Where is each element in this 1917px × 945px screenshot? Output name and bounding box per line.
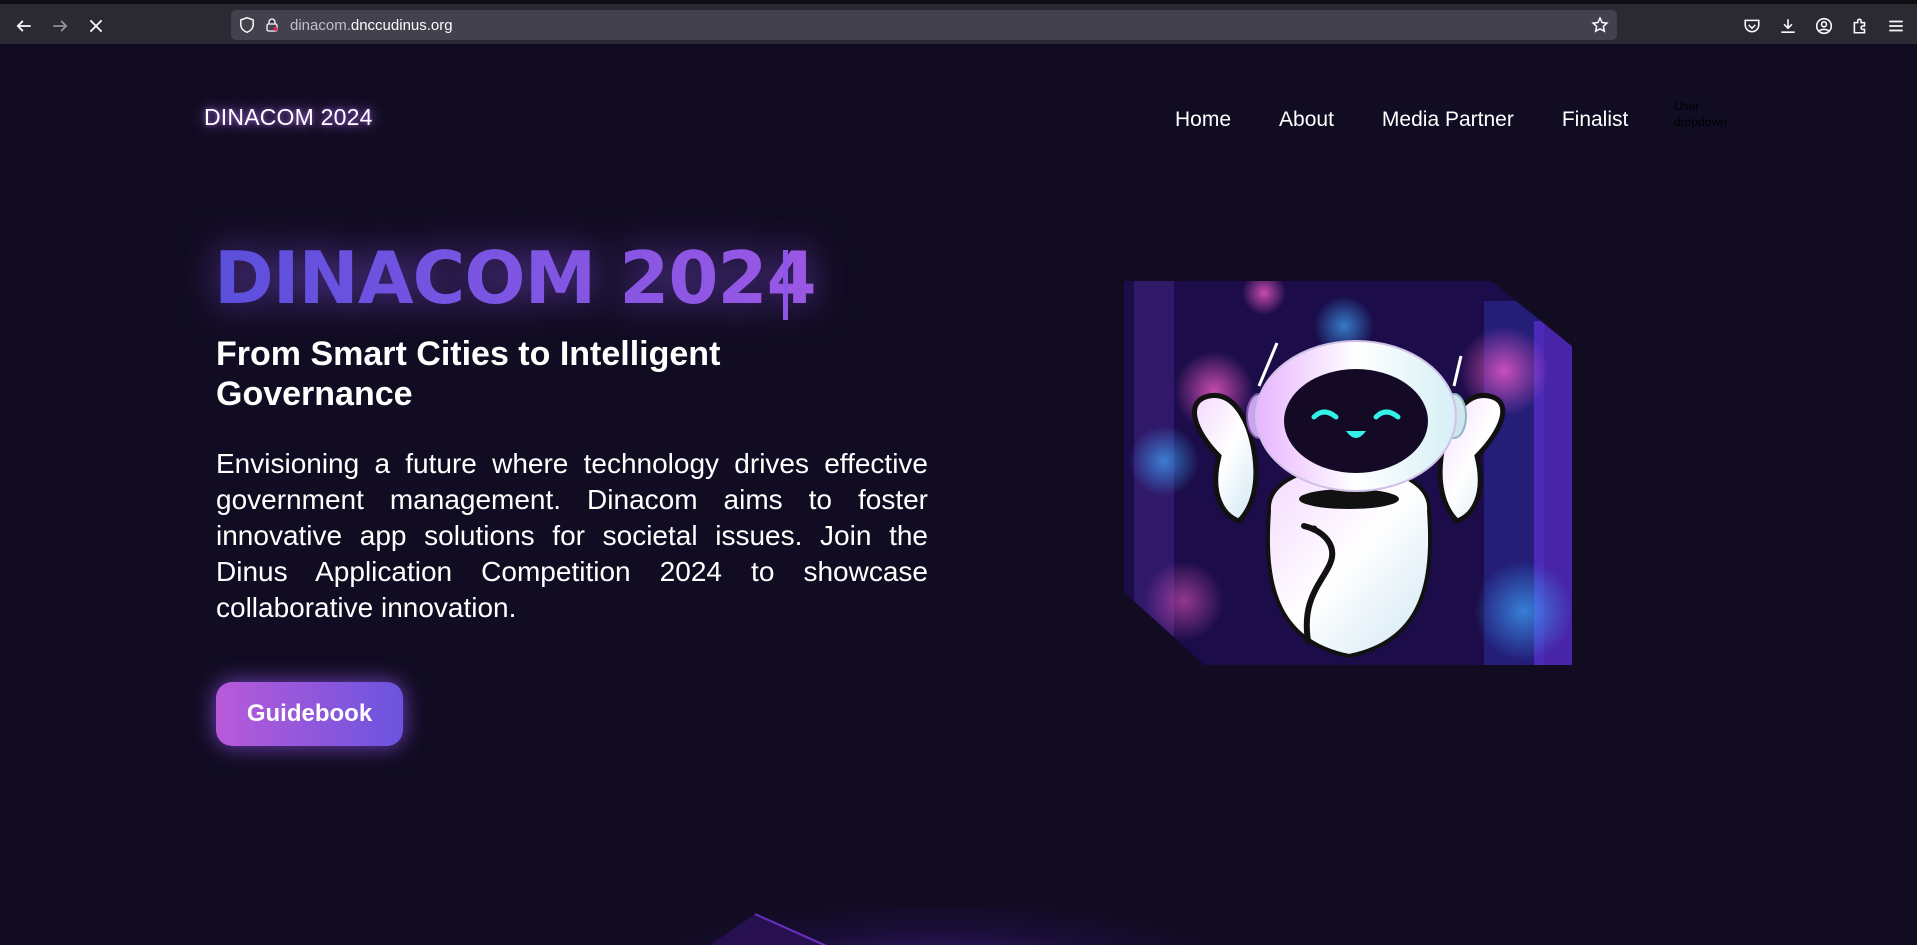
robot-illustration bbox=[1124, 281, 1572, 665]
bottom-mountain-decoration bbox=[710, 913, 827, 945]
account-icon[interactable] bbox=[1815, 17, 1833, 35]
address-bar[interactable]: dinacom.dnccudinus.org bbox=[231, 10, 1617, 40]
download-icon[interactable] bbox=[1779, 17, 1797, 35]
user-dropdown[interactable]: User dropdown bbox=[1674, 98, 1726, 130]
shield-icon[interactable] bbox=[238, 16, 256, 34]
forward-arrow-icon bbox=[53, 20, 68, 32]
bookmark-star-icon[interactable] bbox=[1591, 16, 1609, 34]
hero-robot-image bbox=[1124, 281, 1572, 665]
stop-loading-button[interactable] bbox=[84, 14, 108, 38]
nav-media-partner[interactable]: Media Partner bbox=[1382, 108, 1514, 132]
url-text: dinacom.dnccudinus.org bbox=[290, 17, 453, 34]
hero-subtitle: From Smart Cities to Intelligent Governa… bbox=[216, 335, 721, 413]
back-arrow-icon bbox=[16, 20, 31, 32]
browser-toolbar: dinacom.dnccudinus.org bbox=[0, 0, 1917, 44]
forward-button[interactable] bbox=[48, 14, 72, 38]
nav-home[interactable]: Home bbox=[1175, 108, 1231, 132]
extensions-icon[interactable] bbox=[1851, 17, 1869, 35]
lock-icon[interactable] bbox=[264, 17, 280, 33]
hero-title: DINACOM 2024 bbox=[214, 236, 817, 320]
url-subdomain: dinacom. bbox=[290, 16, 351, 34]
tab-strip-edge bbox=[0, 0, 1917, 4]
site-logo[interactable]: DINACOM 2024 bbox=[204, 104, 373, 131]
page: DINACOM 2024 Home About Media Partner Fi… bbox=[0, 44, 1917, 945]
close-icon bbox=[89, 19, 103, 33]
guidebook-button[interactable]: Guidebook bbox=[216, 682, 403, 746]
nav-finalist[interactable]: Finalist bbox=[1562, 108, 1629, 132]
pocket-icon[interactable] bbox=[1743, 17, 1761, 35]
hero-description: Envisioning a future where technology dr… bbox=[216, 448, 928, 623]
back-button[interactable] bbox=[12, 14, 36, 38]
url-domain: dnccudinus.org bbox=[350, 16, 453, 34]
typing-cursor bbox=[783, 250, 788, 320]
menu-icon[interactable] bbox=[1887, 17, 1905, 35]
main-nav: Home About Media Partner Finalist bbox=[1175, 108, 1628, 132]
nav-about[interactable]: About bbox=[1279, 108, 1334, 132]
